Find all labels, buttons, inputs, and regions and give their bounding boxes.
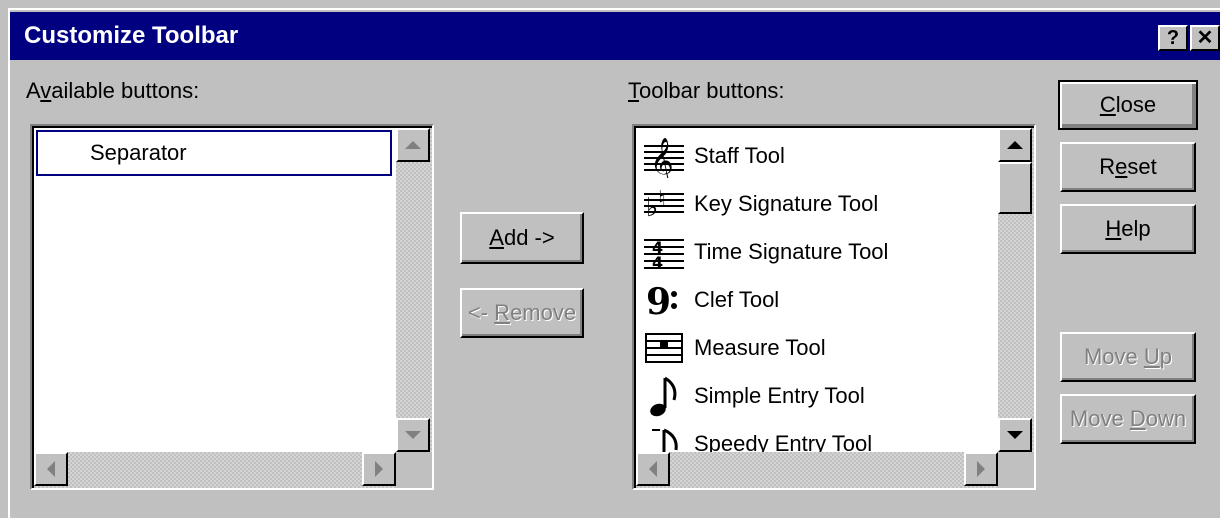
toolbar-items-viewport: 𝄞 Staff Tool ♭ ♮ Key Signature Tool 44 Ti… [636, 128, 996, 452]
list-item[interactable]: ♭ ♮ Key Signature Tool [640, 180, 878, 228]
help-question-button[interactable]: ? [1158, 25, 1188, 51]
list-item[interactable]: 𝄞 Staff Tool [640, 132, 785, 180]
scroll-right-button[interactable] [964, 452, 998, 486]
speedy-entry-icon [640, 422, 688, 452]
list-item-label: Staff Tool [694, 143, 785, 168]
reset-button[interactable]: Reset [1060, 142, 1196, 192]
dialog-title: Customize Toolbar [24, 22, 239, 49]
arrow-down-icon [405, 431, 421, 439]
scroll-down-button[interactable] [998, 418, 1032, 452]
scroll-up-button[interactable] [396, 128, 430, 162]
scroll-left-button[interactable] [636, 452, 670, 486]
list-item[interactable]: Measure Tool [640, 324, 826, 372]
simple-entry-icon [640, 374, 688, 418]
arrow-right-icon [375, 461, 383, 477]
arrow-left-icon [47, 461, 55, 477]
staff-tool-icon: 𝄞 [640, 134, 688, 178]
list-item[interactable]: 44 Time Signature Tool [640, 228, 888, 276]
close-x-button[interactable]: ✕ [1190, 25, 1220, 51]
question-icon: ? [1166, 27, 1180, 49]
scroll-right-button[interactable] [362, 452, 396, 486]
arrow-left-icon [649, 461, 657, 477]
list-item[interactable]: Simple Entry Tool [640, 372, 865, 420]
close-button[interactable]: Close [1058, 80, 1198, 130]
add-button[interactable]: Add -> [460, 212, 584, 264]
toolbar-buttons-label: Toolbar buttons: [628, 78, 785, 103]
scroll-up-button[interactable] [998, 128, 1032, 162]
arrow-up-icon [405, 141, 421, 149]
svg-text:𝄞: 𝄞 [650, 138, 674, 178]
list-item-label: Speedy Entry Tool [694, 431, 873, 452]
scroll-thumb[interactable] [998, 162, 1032, 214]
help-button[interactable]: Help [1060, 204, 1196, 254]
list-item[interactable]: 9 Clef Tool [640, 276, 779, 324]
list-item-selected[interactable]: Separator [36, 130, 392, 176]
scroll-left-button[interactable] [34, 452, 68, 486]
scroll-down-button[interactable] [396, 418, 430, 452]
arrow-up-icon [1007, 141, 1023, 149]
title-bar: Customize Toolbar ? ✕ [10, 12, 1220, 60]
list-item-label: Simple Entry Tool [694, 383, 865, 408]
scroll-corner [998, 452, 1034, 488]
toolbar-buttons-list[interactable]: 𝄞 Staff Tool ♭ ♮ Key Signature Tool 44 Ti… [632, 124, 1036, 490]
time-signature-icon: 44 [640, 230, 688, 274]
measure-icon [640, 326, 688, 370]
move-up-button[interactable]: Move Up [1060, 332, 1196, 382]
close-icon: ✕ [1196, 27, 1214, 49]
toolbar-vertical-scrollbar[interactable] [998, 128, 1034, 452]
available-buttons-list[interactable]: Separator [30, 124, 434, 490]
toolbar-horizontal-scrollbar[interactable] [636, 452, 998, 488]
clef-icon: 9 [640, 278, 688, 322]
remove-button[interactable]: <- Remove [460, 288, 584, 338]
svg-text:♮: ♮ [658, 187, 666, 212]
key-signature-icon: ♭ ♮ [640, 182, 688, 226]
scroll-corner [396, 452, 432, 488]
move-down-button[interactable]: Move Down [1060, 394, 1196, 444]
svg-text:♭: ♭ [646, 193, 658, 223]
list-item-label: Clef Tool [694, 287, 780, 312]
list-item-label: Measure Tool [694, 335, 826, 360]
list-item-label: Separator [90, 140, 187, 165]
svg-text:9: 9 [646, 281, 671, 322]
available-horizontal-scrollbar[interactable] [34, 452, 396, 488]
list-item[interactable]: Speedy Entry Tool [640, 420, 872, 452]
arrow-right-icon [977, 461, 985, 477]
available-vertical-scrollbar[interactable] [396, 128, 432, 452]
available-buttons-label: Available buttons: [26, 78, 200, 103]
arrow-down-icon [1007, 431, 1023, 439]
svg-text:4: 4 [652, 253, 663, 272]
list-item-label: Key Signature Tool [694, 191, 879, 216]
list-item-label: Time Signature Tool [694, 239, 889, 264]
